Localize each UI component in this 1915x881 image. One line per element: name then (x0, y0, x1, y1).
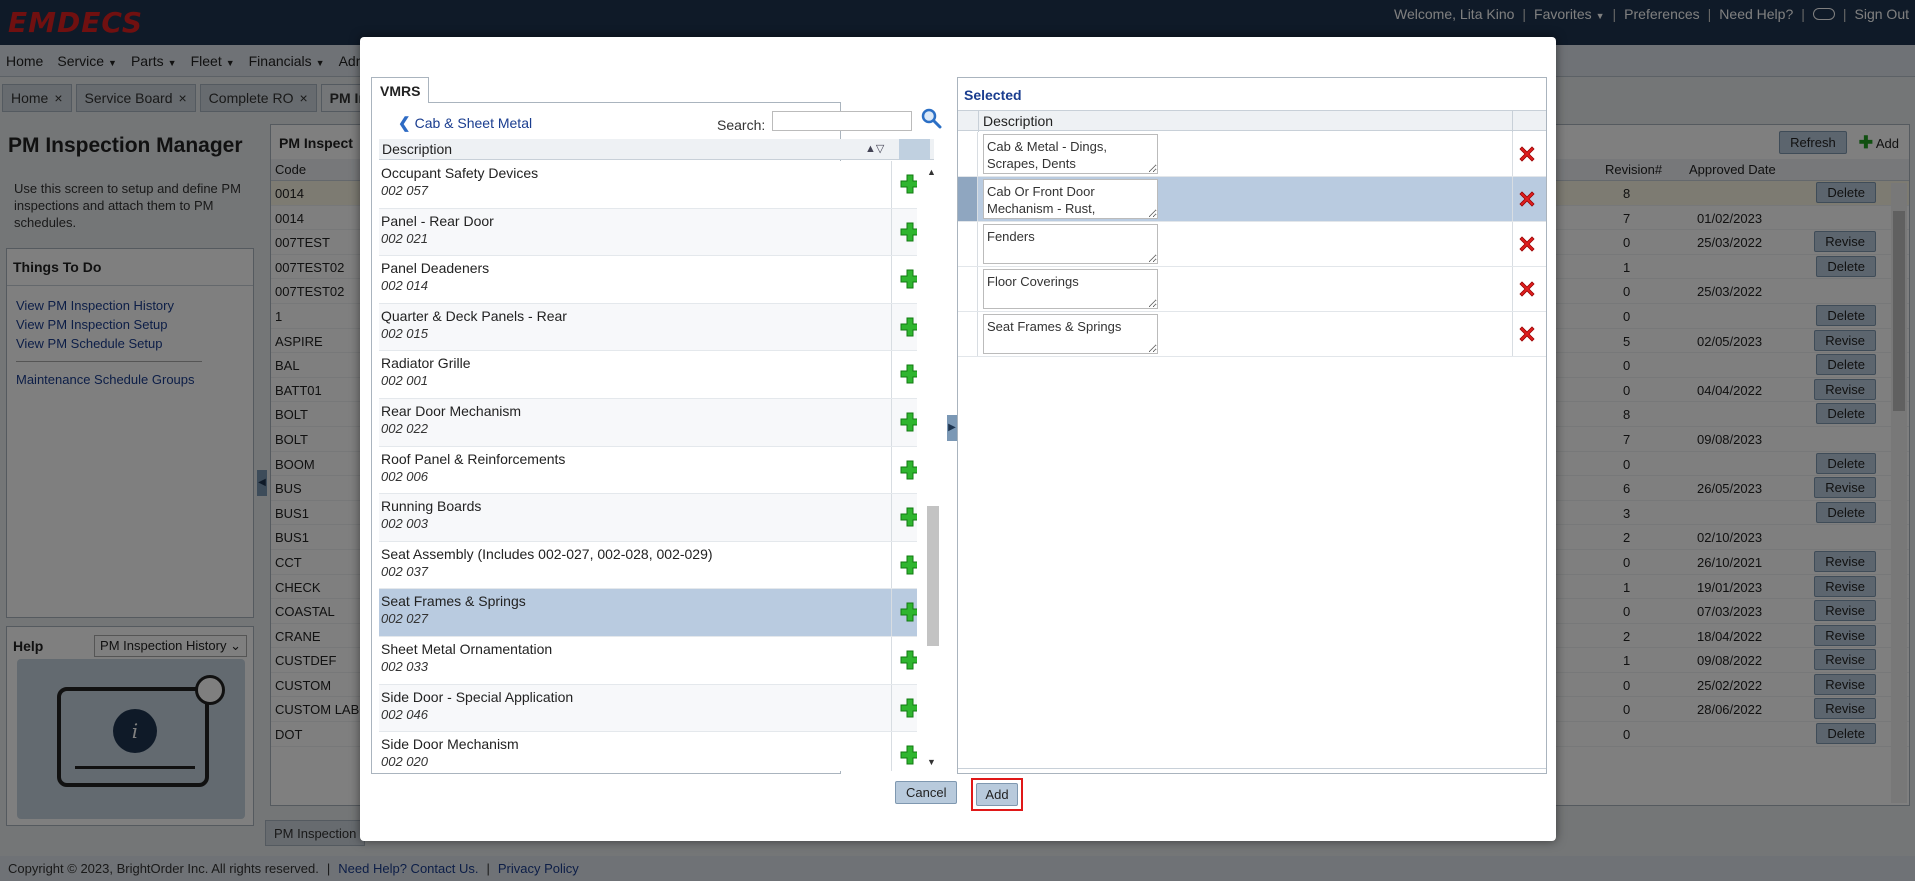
search-icon[interactable] (920, 107, 942, 129)
list-item[interactable]: Running Boards 002 003 (379, 494, 917, 542)
item-code: 002 006 (381, 468, 428, 484)
add-button[interactable]: Add (976, 783, 1018, 806)
list-item[interactable]: Radiator Grille 002 001 (379, 351, 917, 399)
add-item-icon[interactable] (899, 363, 917, 385)
item-code: 002 057 (381, 183, 428, 198)
expand-panel-handle[interactable]: ▶ (947, 415, 957, 441)
list-item[interactable]: Side Door Mechanism 002 020 (379, 732, 917, 771)
item-code: 002 003 (381, 516, 428, 532)
add-item-icon[interactable] (899, 554, 917, 576)
add-item-icon[interactable] (899, 697, 917, 719)
selected-description-field[interactable] (983, 269, 1158, 309)
add-item-icon[interactable] (899, 411, 917, 433)
vmrs-list-scrollbar[interactable]: ▲ ▼ (924, 161, 940, 771)
item-description: Side Door Mechanism (381, 736, 519, 753)
row-drag-handle[interactable] (958, 267, 978, 311)
vmrs-selection-dialog: VMRS ❮ Cab & Sheet Metal Search: Descript… (360, 37, 1556, 841)
item-code: 002 014 (381, 278, 428, 294)
selected-rows (958, 132, 1546, 357)
vmrs-list: Occupant Safety Devices 002 057 Panel - Re… (379, 161, 917, 771)
add-item-icon[interactable] (899, 173, 917, 195)
remove-icon[interactable] (1517, 324, 1537, 344)
item-description: Side Door - Special Application (381, 688, 574, 705)
vmrs-panel: ❮ Cab & Sheet Metal Search: Description ▲… (371, 102, 942, 774)
remove-icon[interactable] (1517, 189, 1537, 209)
item-description: Seat Assembly (Includes 002-027, 002-028… (381, 545, 713, 562)
item-description: Quarter & Deck Panels - Rear (381, 307, 567, 324)
list-item[interactable]: Occupant Safety Devices 002 057 (379, 161, 917, 209)
col-selected-description: Description (983, 113, 1054, 129)
item-code: 002 022 (381, 420, 428, 436)
item-code: 002 020 (381, 754, 428, 770)
row-drag-handle[interactable] (958, 132, 978, 176)
item-description: Radiator Grille (381, 355, 471, 372)
add-item-icon[interactable] (899, 459, 917, 481)
selected-title: Selected (964, 87, 1022, 103)
selected-description-field[interactable] (983, 314, 1158, 354)
tab-vmrs[interactable]: VMRS (371, 77, 430, 103)
selected-list-header: Description (958, 110, 1546, 132)
item-description: Sheet Metal Ornamentation (381, 640, 553, 657)
item-code: 002 021 (381, 230, 428, 246)
list-item[interactable]: Seat Assembly (Includes 002-027, 002-028… (379, 541, 917, 590)
item-description: Rear Door Mechanism (381, 402, 522, 419)
vmrs-list-header: Description ▲▽ (379, 139, 934, 160)
item-code: 002 037 (381, 563, 428, 579)
item-code: 002 015 (381, 325, 428, 341)
selected-description-field[interactable] (983, 134, 1158, 174)
col-description[interactable]: Description (382, 141, 452, 157)
list-item[interactable]: Panel - Rear Door 002 021 (379, 208, 917, 257)
list-item[interactable]: Panel Deadeners 002 014 (379, 256, 917, 304)
remove-icon[interactable] (1517, 234, 1537, 254)
cancel-button[interactable]: Cancel (895, 781, 958, 804)
item-code: 002 001 (381, 373, 428, 389)
selected-row[interactable] (958, 312, 1546, 357)
selected-row[interactable] (958, 132, 1546, 177)
remove-icon[interactable] (1517, 144, 1537, 164)
list-item[interactable]: Seat Frames & Springs 002 027 (379, 589, 917, 637)
item-description: Roof Panel & Reinforcements (381, 450, 566, 467)
add-item-icon[interactable] (899, 744, 917, 766)
row-drag-handle[interactable] (958, 222, 978, 266)
row-drag-handle[interactable] (958, 177, 978, 221)
scroll-down-icon[interactable]: ▼ (927, 757, 936, 767)
list-item[interactable]: Roof Panel & Reinforcements 002 006 (379, 446, 917, 495)
item-description: Panel Deadeners (381, 260, 490, 277)
search-input[interactable] (772, 111, 912, 131)
add-item-icon[interactable] (899, 268, 917, 290)
scroll-up-icon[interactable]: ▲ (927, 167, 936, 177)
item-description: Running Boards (381, 498, 482, 515)
item-code: 002 033 (381, 658, 428, 674)
sort-icon[interactable]: ▲▽ (865, 142, 884, 155)
row-drag-handle[interactable] (958, 312, 978, 356)
selected-description-field[interactable] (983, 179, 1158, 219)
search-label: Search: (717, 117, 766, 133)
item-code: 002 046 (381, 706, 428, 722)
item-description: Seat Frames & Springs (381, 593, 526, 610)
item-description: Panel - Rear Door (381, 212, 494, 229)
list-item[interactable]: Side Door - Special Application 002 046 (379, 684, 917, 733)
selected-row[interactable] (958, 222, 1546, 267)
list-item[interactable]: Quarter & Deck Panels - Rear 002 015 (379, 303, 917, 352)
add-button-highlight: Add (971, 778, 1023, 811)
add-item-icon[interactable] (899, 221, 917, 243)
selected-panel: Selected Description (957, 77, 1547, 774)
selected-description-field[interactable] (983, 224, 1158, 264)
add-item-icon[interactable] (899, 316, 917, 338)
add-item-icon[interactable] (899, 506, 917, 528)
add-item-icon[interactable] (899, 601, 917, 623)
selected-row[interactable] (958, 177, 1546, 222)
selected-row[interactable] (958, 267, 1546, 312)
list-item[interactable]: Rear Door Mechanism 002 022 (379, 398, 917, 447)
add-item-icon[interactable] (899, 649, 917, 671)
remove-icon[interactable] (1517, 279, 1537, 299)
back-to-cab-sheet-metal-link[interactable]: ❮ Cab & Sheet Metal (398, 114, 532, 132)
item-code: 002 027 (381, 611, 428, 627)
list-item[interactable]: Sheet Metal Ornamentation 002 033 (379, 636, 917, 685)
item-description: Occupant Safety Devices (381, 165, 539, 181)
chevron-left-icon: ❮ (398, 115, 411, 132)
